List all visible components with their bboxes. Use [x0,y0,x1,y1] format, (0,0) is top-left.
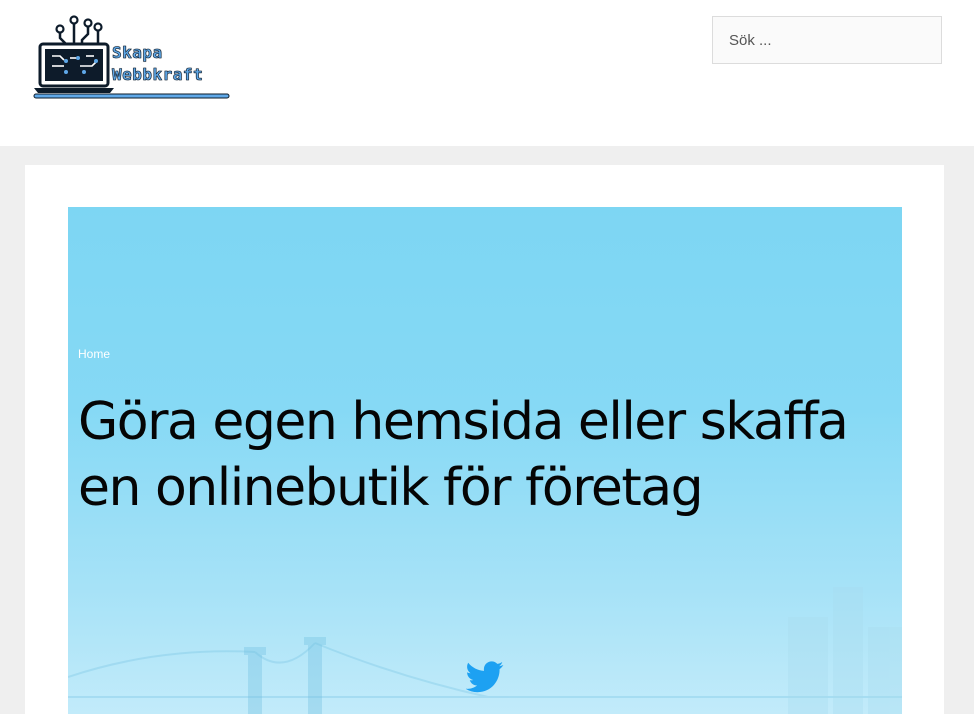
site-header: Skapa Webbkraft [0,0,974,146]
site-logo[interactable]: Skapa Webbkraft [30,14,234,102]
twitter-share-button[interactable] [465,660,504,694]
breadcrumb: Home [78,347,110,361]
search-input[interactable] [713,17,941,63]
twitter-icon [465,661,504,693]
breadcrumb-home-link[interactable]: Home [78,347,110,361]
page-title: Göra egen hemsida eller skaffa en online… [78,392,849,518]
search-form [712,16,942,64]
logo-text-line1: Skapa [112,43,163,63]
hero-banner: Home Göra egen hemsida eller skaffa en o… [68,207,902,714]
logo-text-line2: Webbkraft [112,65,204,85]
